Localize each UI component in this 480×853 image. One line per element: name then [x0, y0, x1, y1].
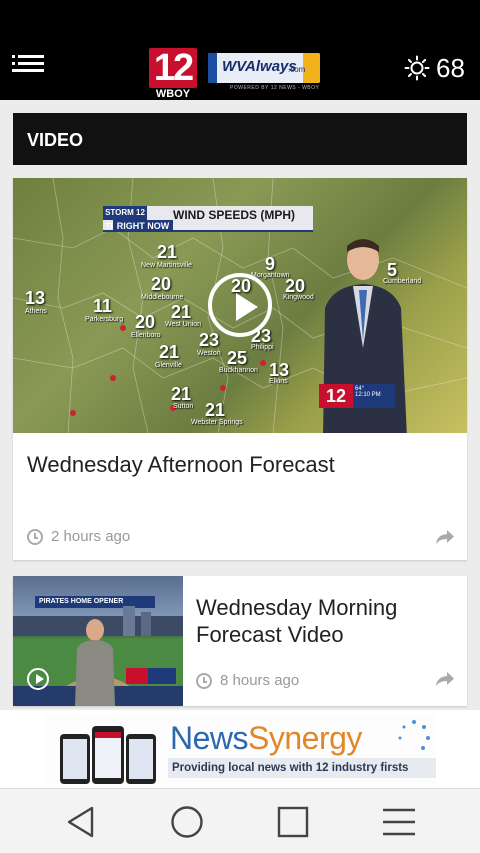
video-thumbnail[interactable]: PIRATES HOME OPENER	[13, 576, 183, 706]
share-icon[interactable]	[435, 528, 455, 546]
sun-icon	[404, 55, 430, 81]
video-card[interactable]: PIRATES HOME OPENER Wednesday Morning Fo…	[13, 576, 467, 706]
video-title[interactable]: Wednesday Afternoon Forecast	[27, 452, 453, 478]
graphic-subtitle: RIGHT NOW	[113, 220, 173, 232]
section-header: VIDEO	[13, 113, 467, 165]
map-city: Weston	[197, 350, 221, 357]
map-value: 21	[171, 302, 192, 322]
partner-logo[interactable]: WVAlways .com	[208, 53, 320, 83]
ad-brand-part1: News	[170, 720, 249, 756]
video-thumbnail[interactable]: STORM 12 TRACKER WIND SPEEDS (MPH) RIGHT…	[13, 178, 467, 433]
map-value: 20	[135, 312, 156, 332]
weather-widget[interactable]: 68	[404, 55, 465, 81]
hamburger-menu-button[interactable]	[12, 55, 44, 79]
phones-image	[60, 726, 156, 784]
ad-banner: NewsSynergy Providing local news with 12…	[0, 710, 480, 788]
system-nav-bar	[0, 788, 480, 853]
map-value: 21	[205, 400, 226, 420]
section-title: VIDEO	[27, 130, 84, 150]
partner-logo-text: WVAlways	[222, 58, 297, 75]
home-icon[interactable]	[170, 805, 204, 839]
map-value: 21	[171, 384, 192, 404]
map-value: 13	[25, 288, 46, 308]
play-button[interactable]	[208, 273, 272, 337]
map-city: Glenville	[155, 362, 182, 369]
map-city: Middlebourne	[141, 294, 184, 301]
bug-time: 12:10 PM	[355, 392, 381, 398]
map-city: Parkersburg	[85, 316, 124, 323]
station-logo-callsign: WBOY	[149, 88, 197, 100]
channel-bug: 12	[319, 384, 353, 408]
partner-logo-domain: .com	[288, 65, 306, 74]
station-logo[interactable]: 12	[149, 48, 197, 88]
map-city: Philippi	[251, 344, 274, 351]
map-value: 21	[159, 342, 180, 362]
map-value: 25	[227, 348, 248, 368]
map-city: Webster Springs	[191, 419, 243, 426]
menu-icon	[12, 55, 15, 76]
ad-content[interactable]: NewsSynergy Providing local news with 12…	[44, 714, 436, 784]
menu-icon[interactable]	[382, 805, 416, 839]
ad-brand: NewsSynergy	[170, 720, 362, 757]
map-city: West Union	[165, 321, 202, 328]
status-bar	[0, 0, 480, 33]
video-meta: 8 hours ago	[196, 672, 299, 689]
video-time: 2 hours ago	[51, 528, 131, 545]
share-icon[interactable]	[435, 670, 455, 688]
map-value: 11	[93, 296, 113, 316]
back-icon[interactable]	[64, 805, 98, 839]
video-title[interactable]: Wednesday Morning Forecast Video	[196, 594, 453, 648]
graphic-title: WIND SPEEDS (MPH)	[173, 208, 296, 222]
video-time: 8 hours ago	[220, 672, 300, 689]
map-city: Buckhannon	[219, 367, 258, 374]
ad-tagline: Providing local news with 12 industry fi…	[168, 758, 436, 778]
play-button[interactable]	[27, 668, 49, 690]
map-value: 21	[157, 242, 178, 262]
video-card[interactable]: STORM 12 TRACKER WIND SPEEDS (MPH) RIGHT…	[13, 178, 467, 560]
map-city: Athens	[25, 308, 47, 315]
map-city: Elkins	[269, 378, 288, 385]
channel-bug-info: 64° 12:10 PM	[353, 384, 395, 408]
temperature: 68	[436, 53, 465, 83]
map-city: New Martinsville	[141, 262, 192, 269]
ad-brand-part2: Synergy	[248, 720, 362, 756]
clock-icon	[196, 672, 212, 689]
map-value: 20	[151, 274, 172, 294]
storm-tracker-tag: STORM 12 TRACKER	[103, 206, 147, 231]
app-bar: 12 WBOY WVAlways .com POWERED BY 12 NEWS…	[0, 33, 480, 100]
sparkle-icon	[398, 720, 430, 750]
recents-icon[interactable]	[276, 805, 310, 839]
partner-logo-caption: POWERED BY 12 NEWS - WBOY	[230, 85, 320, 91]
video-meta: 2 hours ago	[27, 528, 130, 545]
map-city: Ellenboro	[131, 332, 161, 339]
map-city: Sutton	[173, 403, 194, 410]
map-value: 23	[199, 330, 220, 350]
clock-icon	[27, 528, 43, 545]
